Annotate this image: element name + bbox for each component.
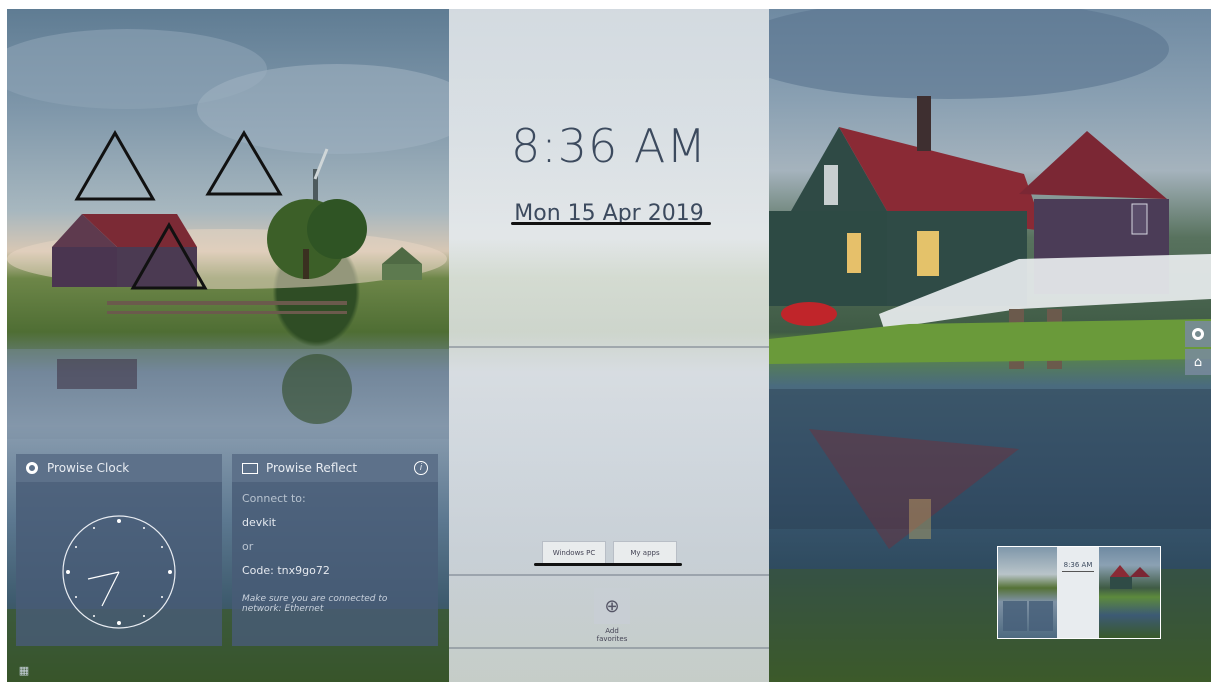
- triangle-mark-2: [205, 130, 283, 196]
- triangle-mark-3: [130, 221, 208, 290]
- clock-widget-title: Prowise Clock: [47, 461, 130, 475]
- home-button[interactable]: ⌂: [1185, 349, 1211, 375]
- home-icon: ⌂: [1193, 354, 1203, 370]
- info-icon[interactable]: i: [414, 461, 428, 475]
- connect-to-label: Connect to:: [242, 492, 306, 505]
- add-favorites-label: Add favorites: [596, 627, 628, 643]
- windows-pc-button[interactable]: Windows PC: [542, 541, 606, 565]
- prowise-side-button[interactable]: [1185, 321, 1211, 347]
- center-panel: 8:36 AM Mon 15 Apr 2019 Windows PC My ap…: [449, 9, 769, 682]
- thumbnail-details: [1003, 565, 1150, 631]
- or-label: or: [242, 540, 254, 553]
- section-divider-1: [449, 346, 769, 348]
- date-underline-mark: [511, 222, 711, 225]
- screen-share-icon: [242, 462, 258, 474]
- network-note: Make sure you are connected to network: …: [242, 594, 388, 614]
- buttons-underline-mark: [534, 563, 682, 566]
- section-divider-2: [449, 574, 769, 576]
- reflect-widget-header: Prowise Reflect i: [232, 454, 438, 482]
- prowise-icon: [1192, 328, 1204, 340]
- device-name: devkit: [242, 516, 276, 529]
- triangle-mark-1: [74, 129, 156, 201]
- prowise-icon: [26, 462, 38, 474]
- desktop-screen: 8:36 AM Mon 15 Apr 2019 Windows PC My ap…: [7, 9, 1211, 682]
- triangle-annotations: [74, 129, 283, 290]
- apps-grid-icon: ▦: [18, 663, 30, 677]
- apps-grid-button[interactable]: ▦: [15, 661, 33, 679]
- plus-icon: ⊕: [604, 595, 620, 617]
- my-apps-button[interactable]: My apps: [613, 541, 677, 565]
- time-display: 8:36 AM: [510, 119, 708, 173]
- reflect-widget-title: Prowise Reflect: [266, 461, 358, 475]
- screen-thumbnail[interactable]: 8:36 AM: [997, 546, 1161, 639]
- prowise-reflect-widget[interactable]: Prowise Reflect i Connect to: devkit or …: [232, 454, 438, 646]
- connection-code: Code: tnx9go72: [242, 564, 330, 577]
- analog-clock: [62, 515, 176, 629]
- clock-widget-header: Prowise Clock: [16, 454, 222, 482]
- prowise-clock-widget[interactable]: Prowise Clock: [16, 454, 222, 646]
- section-divider-3: [449, 647, 769, 649]
- add-favorites-button[interactable]: ⊕: [594, 588, 630, 624]
